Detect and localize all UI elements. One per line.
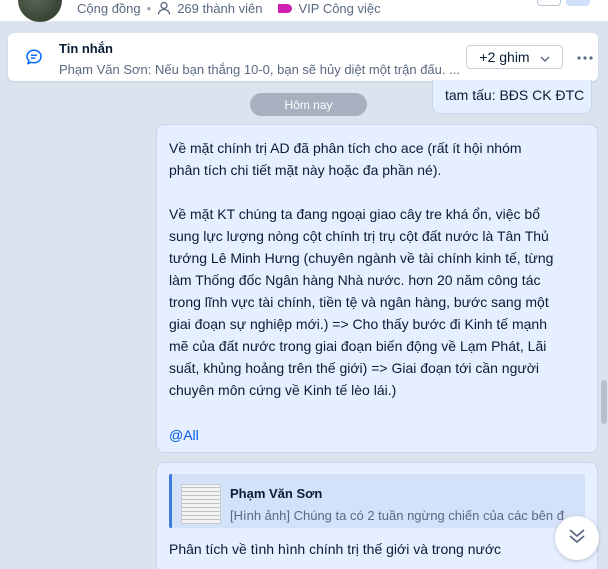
message-icon (25, 48, 43, 66)
reply-message-bubble[interactable]: Phạm Văn Sơn [Hình ảnh] Chúng ta có 2 tu… (156, 462, 598, 569)
tag-icon (278, 3, 293, 13)
pinned-title: Tin nhắn (59, 41, 113, 56)
quoted-image-thumbnail (181, 484, 221, 524)
quoted-author: Phạm Văn Sơn (230, 486, 323, 501)
message-paragraph: Về mặt KT chúng ta đang ngoại giao cây t… (169, 206, 554, 398)
tag-badge[interactable]: VIP Công việc (278, 0, 381, 16)
date-separator-label: Hôm nay (284, 97, 333, 112)
quoted-message[interactable]: Phạm Văn Sơn [Hình ảnh] Chúng ta có 2 tu… (169, 474, 585, 528)
message-text: Phân tích về tình hình chính trị thế giớ… (169, 541, 502, 557)
message-paragraph: Về mặt chính trị AD đã phân tích cho ace… (169, 140, 522, 178)
double-chevron-down-icon (567, 527, 587, 550)
scroll-to-bottom-button[interactable] (555, 516, 599, 560)
quoted-text: [Hình ảnh] Chúng ta có 2 tuần ngừng chiế… (230, 508, 564, 523)
group-meta: Cộng đồng • 269 thành viên VIP Công việc (77, 0, 381, 16)
separator-dot: • (146, 0, 152, 16)
pinned-preview[interactable]: Phạm Văn Sơn: Nếu bạn thắng 10-0, bạn sẽ… (59, 62, 460, 77)
chevron-down-icon (540, 49, 550, 65)
tag-label: VIP Công việc (298, 0, 381, 16)
pinned-message-bar[interactable]: Tin nhắn Phạm Văn Sơn: Nếu bạn thắng 10-… (8, 33, 598, 81)
group-avatar[interactable] (18, 0, 62, 22)
more-pins-button[interactable]: +2 ghim (466, 45, 563, 69)
previous-message-text: tam tấu: BĐS CK ĐTC (445, 87, 585, 103)
member-icon (157, 1, 171, 15)
group-type-label: Cộng đồng (77, 0, 141, 16)
conversation-header: Cộng đồng • 269 thành viên VIP Công việc (0, 0, 608, 22)
header-action-button[interactable] (537, 0, 561, 6)
header-info-button[interactable] (566, 0, 590, 6)
member-count[interactable]: 269 thành viên (177, 1, 262, 16)
date-separator: Hôm nay (250, 93, 367, 116)
scrollbar-thumb[interactable] (601, 380, 607, 424)
previous-message-bubble[interactable]: tam tấu: BĐS CK ĐTC (432, 80, 592, 114)
mention-all[interactable]: @All (169, 424, 199, 446)
message-bubble[interactable]: Về mặt chính trị AD đã phân tích cho ace… (156, 124, 598, 453)
more-pins-label: +2 ghim (479, 49, 530, 65)
more-horizontal-icon[interactable] (577, 47, 593, 63)
